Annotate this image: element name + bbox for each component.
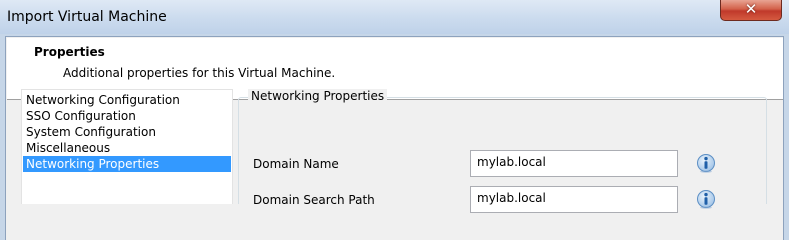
info-icon[interactable] xyxy=(696,153,716,173)
nav-item-sso-configuration[interactable]: SSO Configuration xyxy=(23,108,231,124)
nav-item-miscellaneous[interactable]: Miscellaneous xyxy=(23,140,231,156)
nav-item-networking-properties[interactable]: Networking Properties xyxy=(23,156,231,172)
domain-search-path-label: Domain Search Path xyxy=(253,193,375,207)
close-icon: ✕ xyxy=(744,0,758,18)
close-button[interactable]: ✕ xyxy=(720,0,782,21)
window-title: Import Virtual Machine xyxy=(7,9,167,25)
page-subtitle: Additional properties for this Virtual M… xyxy=(63,66,336,80)
title-bar: Import Virtual Machine ✕ xyxy=(0,0,789,34)
domain-name-input[interactable] xyxy=(470,150,678,177)
properties-nav-list: Networking Configuration SSO Configurati… xyxy=(21,89,233,204)
nav-item-networking-configuration[interactable]: Networking Configuration xyxy=(23,92,231,108)
page-title: Properties xyxy=(34,45,105,59)
group-title: Networking Properties xyxy=(248,89,388,104)
info-icon[interactable] xyxy=(696,189,716,209)
domain-search-path-input[interactable] xyxy=(470,186,678,213)
nav-item-system-configuration[interactable]: System Configuration xyxy=(23,124,231,140)
domain-name-label: Domain Name xyxy=(253,157,339,171)
